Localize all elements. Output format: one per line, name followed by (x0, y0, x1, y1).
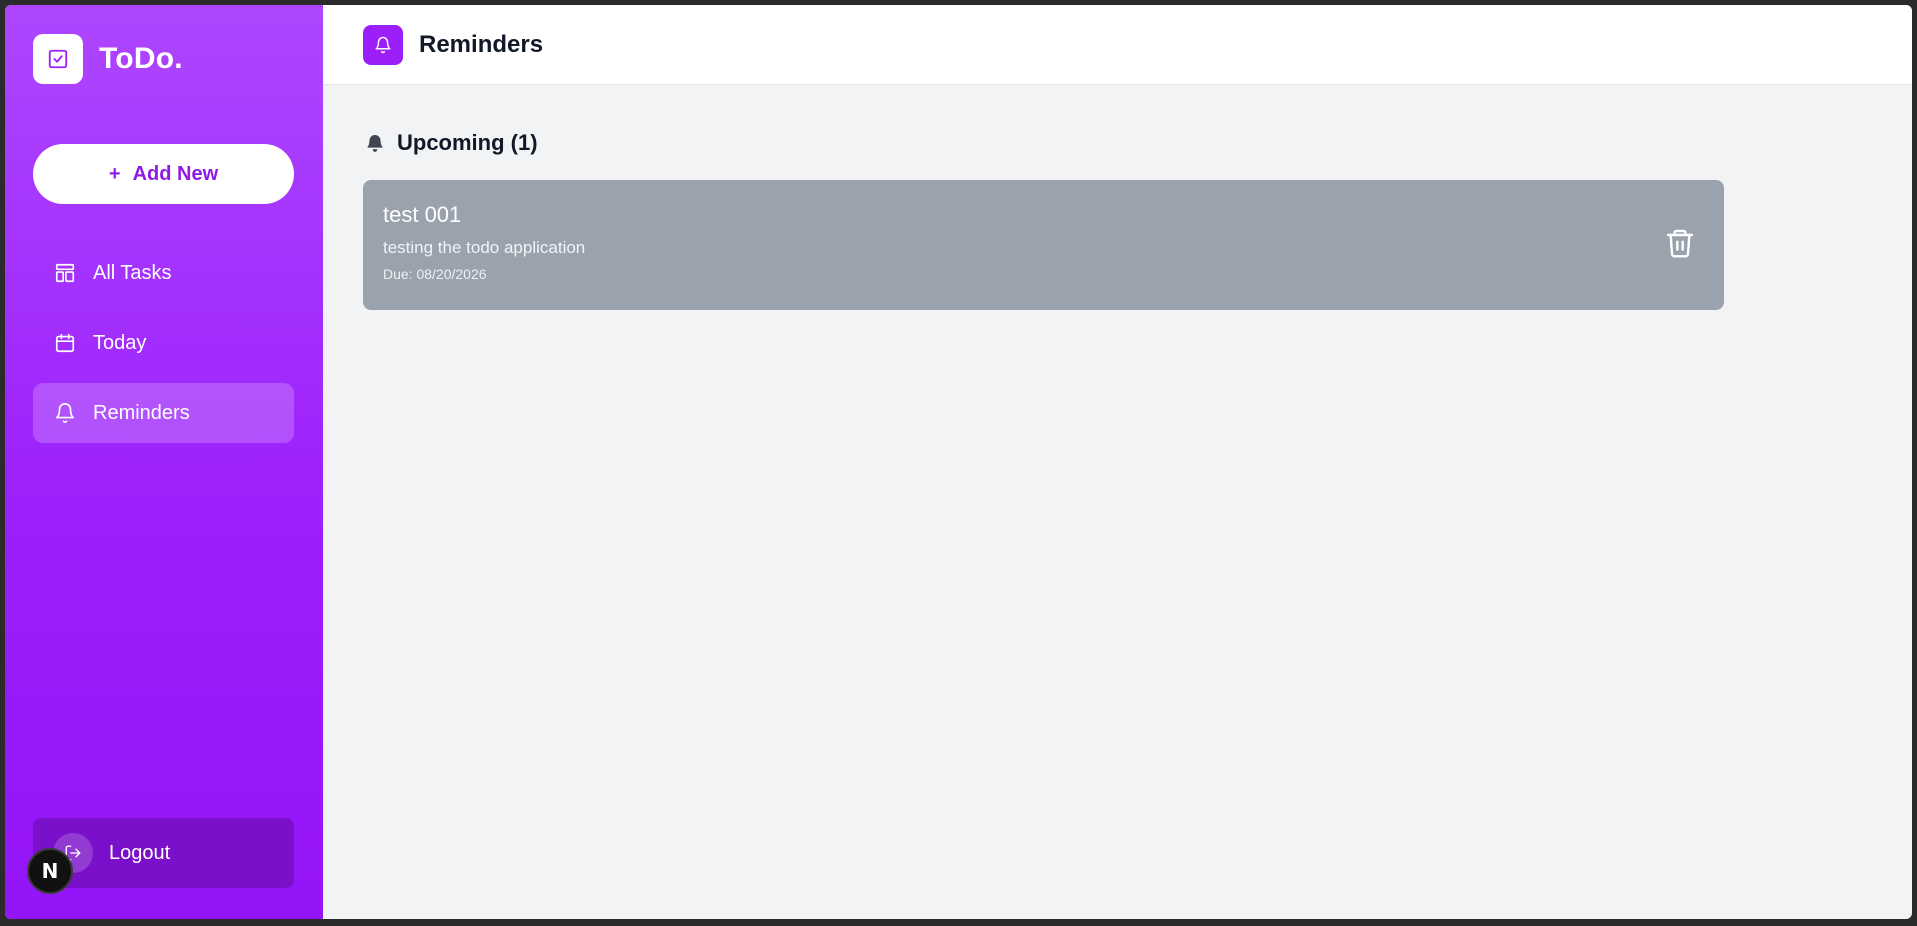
dev-tools-badge[interactable]: N (27, 848, 73, 894)
bell-icon (363, 24, 403, 65)
top-bar: Reminders (323, 5, 1912, 85)
task-title: test 001 (383, 202, 462, 227)
logout-button[interactable]: Logout (33, 818, 294, 888)
bell-filled-icon (365, 133, 385, 153)
brand-title: ToDo. (99, 42, 183, 75)
logout-label: Logout (109, 841, 171, 864)
sidebar-item-label: All Tasks (93, 261, 172, 284)
layout-icon (53, 261, 77, 285)
task-description: testing the todo application (383, 238, 586, 257)
section-heading: Upcoming (1) (365, 130, 538, 156)
add-new-label: Add New (132, 162, 219, 185)
main-content: Reminders Upcoming (1) test 001 testing … (323, 5, 1912, 919)
sidebar-nav: All Tasks Today Reminders (33, 243, 294, 453)
sidebar-item-label: Today (93, 331, 147, 354)
sidebar-item-today[interactable]: Today (33, 313, 294, 373)
brand: ToDo. (33, 34, 183, 84)
task-card[interactable]: test 001 testing the todo application Du… (363, 180, 1724, 310)
sidebar-item-reminders[interactable]: Reminders (33, 383, 294, 443)
trash-icon[interactable] (1662, 225, 1698, 261)
sidebar-item-all-tasks[interactable]: All Tasks (33, 243, 294, 303)
section-title: Upcoming (1) (397, 130, 538, 155)
task-due-date: Due: 08/20/2026 (383, 266, 487, 282)
app-window: ToDo. + Add New All Tasks Today Reminder… (5, 5, 1912, 919)
sidebar-item-label: Reminders (93, 401, 190, 424)
calendar-icon (53, 331, 77, 355)
plus-icon: + (108, 162, 121, 185)
sidebar: ToDo. + Add New All Tasks Today Reminder… (5, 5, 323, 919)
add-new-button[interactable]: + Add New (33, 144, 294, 204)
page-title: Reminders (419, 30, 544, 58)
bell-icon (53, 401, 77, 425)
check-square-icon (33, 34, 83, 84)
